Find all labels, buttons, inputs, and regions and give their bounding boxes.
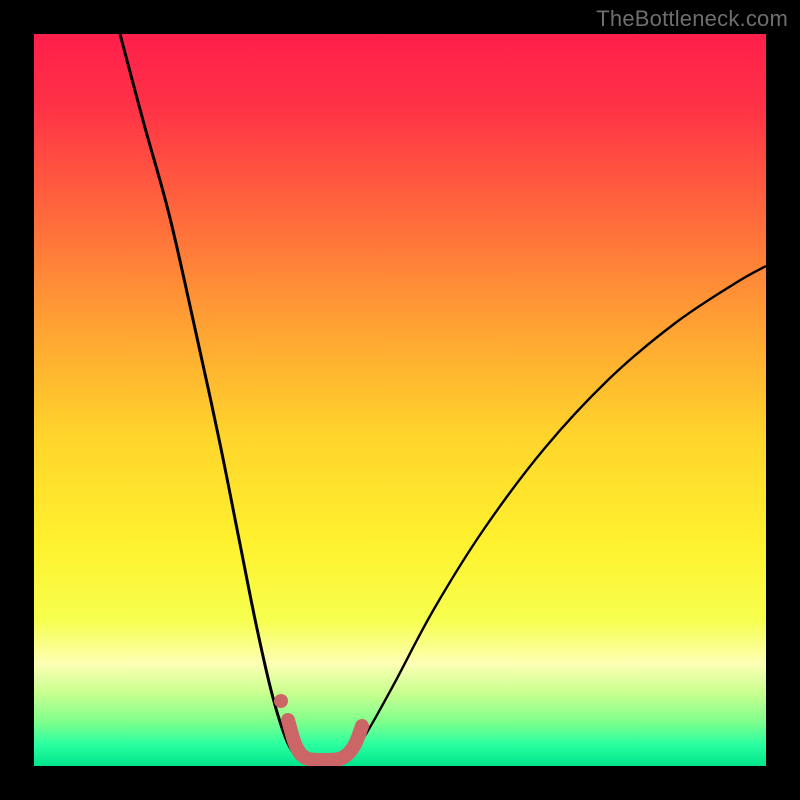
chart-frame: TheBottleneck.com — [0, 0, 800, 800]
plot-area — [34, 34, 766, 766]
marker-dot — [274, 694, 288, 708]
gradient-background — [34, 34, 766, 766]
chart-svg — [34, 34, 766, 766]
watermark-text: TheBottleneck.com — [596, 6, 788, 32]
